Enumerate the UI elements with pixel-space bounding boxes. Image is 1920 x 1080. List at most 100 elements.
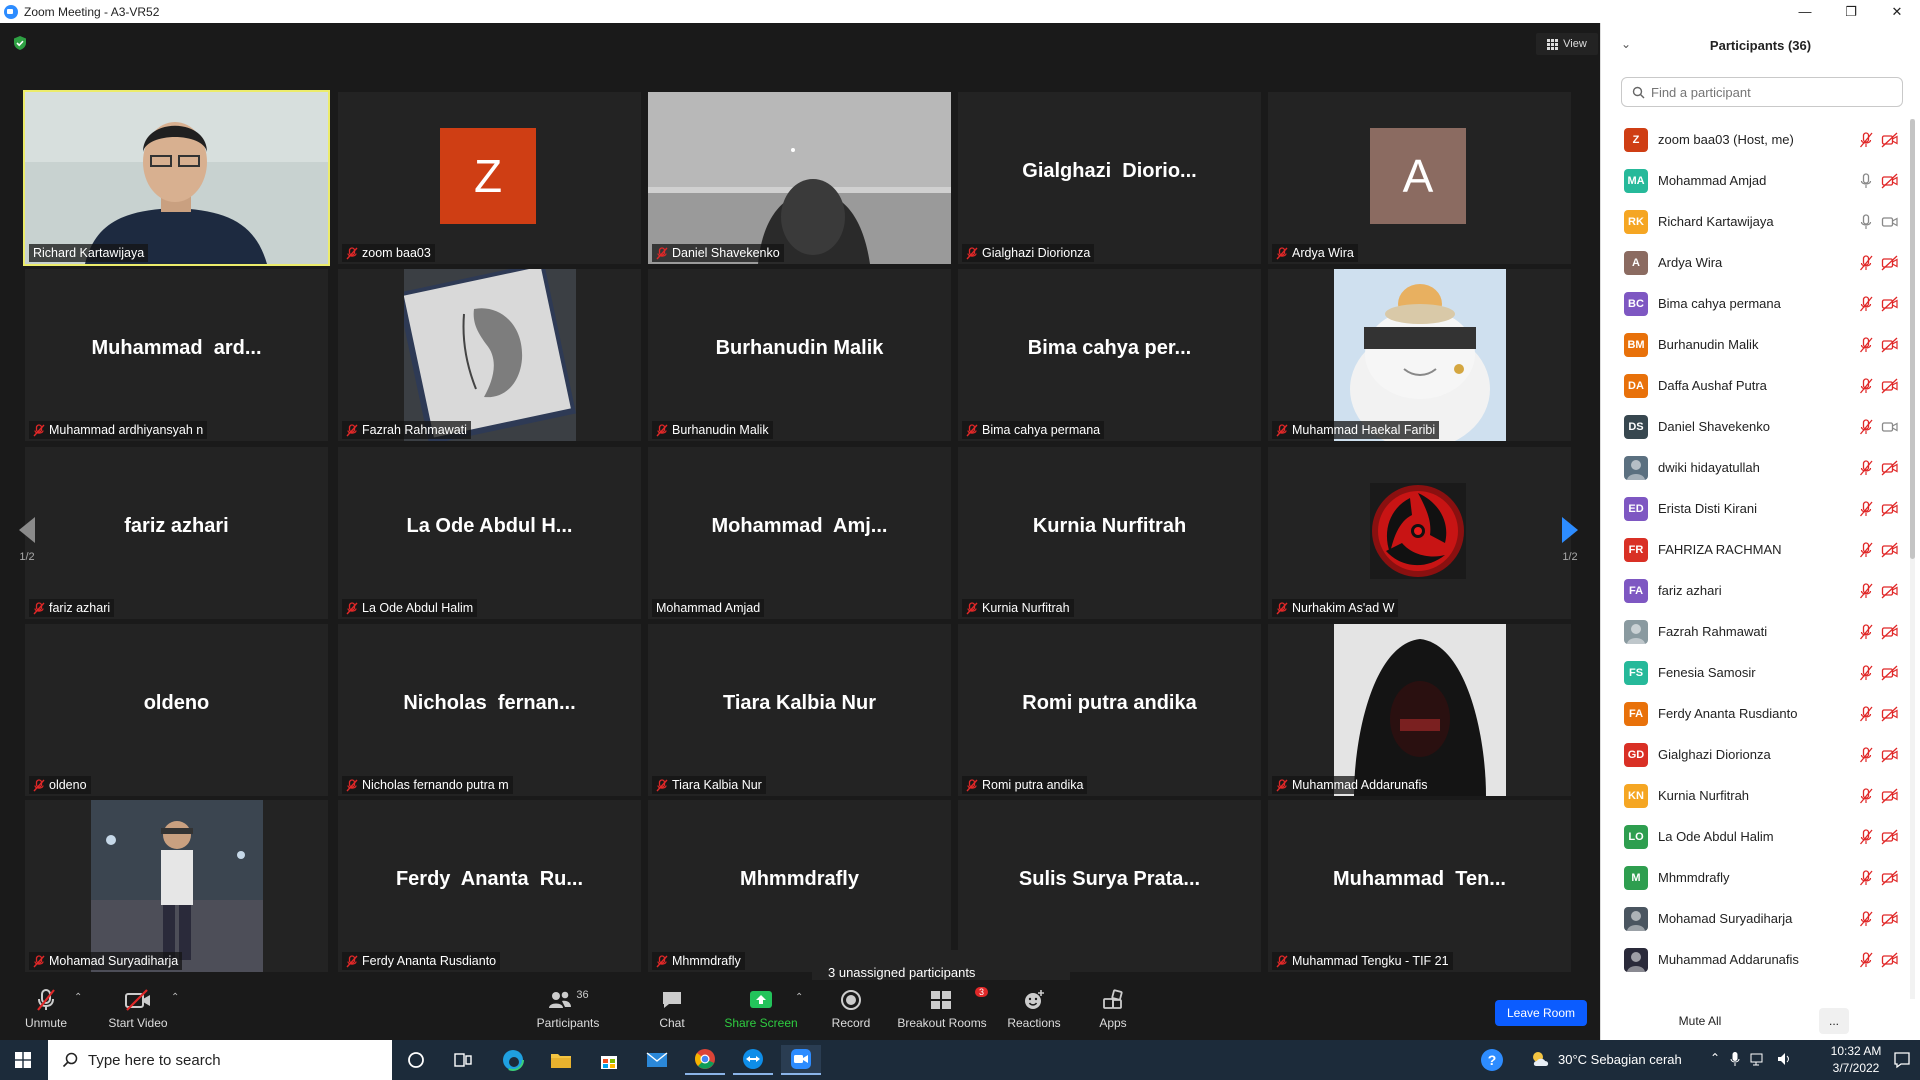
participant-list-item[interactable]: FS Fenesia Samosir bbox=[1601, 652, 1906, 693]
zoom-taskbar-icon[interactable] bbox=[781, 1045, 821, 1075]
share-screen-button[interactable]: Share Screen bbox=[724, 986, 798, 1036]
video-off-icon[interactable] bbox=[1881, 583, 1899, 599]
participant-search-box[interactable] bbox=[1621, 77, 1903, 107]
taskbar-search-box[interactable]: Type here to search bbox=[48, 1040, 392, 1080]
video-off-icon[interactable] bbox=[1881, 706, 1899, 722]
mic-muted-icon[interactable] bbox=[1859, 377, 1873, 394]
video-off-icon[interactable] bbox=[1881, 952, 1899, 968]
speaker-tray-icon[interactable] bbox=[1776, 1051, 1792, 1067]
participant-list-item[interactable]: FA Ferdy Ananta Rusdianto bbox=[1601, 693, 1906, 734]
notification-button[interactable] bbox=[1893, 1051, 1911, 1074]
mic-muted-icon[interactable] bbox=[1859, 131, 1873, 148]
participant-list-item[interactable]: RK Richard Kartawijaya bbox=[1601, 201, 1906, 242]
cortana-button[interactable] bbox=[396, 1045, 436, 1075]
video-off-icon[interactable] bbox=[1881, 378, 1899, 394]
mic-muted-icon[interactable] bbox=[1859, 295, 1873, 312]
mic-muted-icon[interactable] bbox=[1859, 582, 1873, 599]
video-off-icon[interactable] bbox=[1881, 173, 1899, 189]
participant-video-tile[interactable]: Zzoom baa03 bbox=[338, 92, 641, 264]
participant-list-item[interactable]: GD Gialghazi Diorionza bbox=[1601, 734, 1906, 775]
participant-list-item[interactable]: BM Burhanudin Malik bbox=[1601, 324, 1906, 365]
participant-list-item[interactable]: Muhammad Addarunafis bbox=[1601, 939, 1906, 980]
participant-list-item[interactable]: LO La Ode Abdul Halim bbox=[1601, 816, 1906, 857]
teamviewer-taskbar-icon[interactable] bbox=[733, 1045, 773, 1075]
participants-button[interactable]: 36 Participants bbox=[535, 986, 601, 1036]
video-off-icon[interactable] bbox=[1881, 747, 1899, 763]
participant-video-tile[interactable]: Muhammad Haekal Faribi bbox=[1268, 269, 1571, 441]
participant-list-item[interactable]: Fazrah Rahmawati bbox=[1601, 611, 1906, 652]
more-options-button[interactable]: ... bbox=[1819, 1008, 1849, 1034]
mic-icon[interactable] bbox=[1859, 213, 1873, 230]
participant-list-item[interactable]: M Mhmmdrafly bbox=[1601, 857, 1906, 898]
video-off-icon[interactable] bbox=[1881, 624, 1899, 640]
video-off-icon[interactable] bbox=[1881, 337, 1899, 353]
mic-muted-icon[interactable] bbox=[1859, 746, 1873, 763]
participant-list-item[interactable]: KN Kurnia Nurfitrah bbox=[1601, 775, 1906, 816]
encryption-shield-icon[interactable] bbox=[12, 35, 28, 51]
participant-list-item[interactable]: A Ardya Wira bbox=[1601, 242, 1906, 283]
participant-video-tile[interactable]: Mohamad Suryadiharja bbox=[25, 800, 328, 972]
scrollbar-thumb[interactable] bbox=[1910, 119, 1915, 559]
mute-all-button[interactable]: Mute All bbox=[1661, 1008, 1739, 1034]
video-off-icon[interactable] bbox=[1881, 501, 1899, 517]
video-icon[interactable] bbox=[1881, 214, 1899, 230]
close-button[interactable]: ✕ bbox=[1874, 0, 1920, 23]
participant-video-tile[interactable]: A Ardya Wira bbox=[1268, 92, 1571, 264]
video-off-icon[interactable] bbox=[1881, 542, 1899, 558]
participant-list-item[interactable]: FR FAHRIZA RACHMAN bbox=[1601, 529, 1906, 570]
participants-scrollbar[interactable] bbox=[1910, 119, 1915, 999]
participant-video-tile[interactable]: fariz azhari fariz azhari bbox=[25, 447, 328, 619]
participant-video-tile[interactable]: Muhammad ard... Muhammad ardhiyansyah n bbox=[25, 269, 328, 441]
participant-list-item[interactable]: ED Erista Disti Kirani bbox=[1601, 488, 1906, 529]
apps-button[interactable]: Apps bbox=[1098, 986, 1128, 1036]
mic-muted-icon[interactable] bbox=[1859, 418, 1873, 435]
mic-muted-icon[interactable] bbox=[1859, 336, 1873, 353]
help-button[interactable]: ? bbox=[1480, 1048, 1504, 1077]
record-button[interactable]: Record bbox=[830, 986, 872, 1036]
mail-taskbar-icon[interactable] bbox=[637, 1045, 677, 1075]
video-off-icon[interactable] bbox=[1881, 132, 1899, 148]
tray-chevron-up-icon[interactable]: ⌃ bbox=[1710, 1051, 1720, 1067]
mic-muted-icon[interactable] bbox=[1859, 254, 1873, 271]
participant-video-tile[interactable]: oldeno oldeno bbox=[25, 624, 328, 796]
participant-video-tile[interactable]: Nurhakim As'ad W bbox=[1268, 447, 1571, 619]
mic-muted-icon[interactable] bbox=[1859, 459, 1873, 476]
taskbar-clock[interactable]: 10:32 AM 3/7/2022 bbox=[1826, 1043, 1886, 1077]
participant-video-tile[interactable]: Burhanudin Malik Burhanudin Malik bbox=[648, 269, 951, 441]
audio-options-caret-icon[interactable]: ⌃ bbox=[74, 992, 82, 1003]
video-off-icon[interactable] bbox=[1881, 665, 1899, 681]
participant-list-item[interactable]: MA Mohammad Amjad bbox=[1601, 160, 1906, 201]
task-view-button[interactable] bbox=[443, 1045, 483, 1075]
video-off-icon[interactable] bbox=[1881, 788, 1899, 804]
video-off-icon[interactable] bbox=[1881, 829, 1899, 845]
participant-video-tile[interactable]: Muhammad Addarunafis bbox=[1268, 624, 1571, 796]
participant-video-tile[interactable]: Daniel Shavekenko bbox=[648, 92, 951, 264]
next-page-button[interactable]: 1/2 bbox=[1553, 510, 1587, 570]
mic-muted-icon[interactable] bbox=[1859, 705, 1873, 722]
participant-list-item[interactable]: FA fariz azhari bbox=[1601, 570, 1906, 611]
start-video-button[interactable]: Start Video bbox=[105, 986, 171, 1036]
video-icon[interactable] bbox=[1881, 419, 1899, 435]
store-taskbar-icon[interactable] bbox=[589, 1045, 629, 1075]
mic-icon[interactable] bbox=[1859, 172, 1873, 189]
leave-room-button[interactable]: Leave Room bbox=[1495, 1000, 1587, 1026]
edge-taskbar-icon[interactable] bbox=[493, 1045, 533, 1075]
participant-video-tile[interactable]: Tiara Kalbia Nur Tiara Kalbia Nur bbox=[648, 624, 951, 796]
participant-list-item[interactable]: Mohamad Suryadiharja bbox=[1601, 898, 1906, 939]
participant-video-tile[interactable]: Nicholas fernan... Nicholas fernando putr… bbox=[338, 624, 641, 796]
participant-video-tile[interactable]: La Ode Abdul H... La Ode Abdul Halim bbox=[338, 447, 641, 619]
mic-muted-icon[interactable] bbox=[1859, 787, 1873, 804]
participant-video-tile[interactable]: Fazrah Rahmawati bbox=[338, 269, 641, 441]
mic-muted-icon[interactable] bbox=[1859, 951, 1873, 968]
participant-video-tile[interactable]: Ferdy Ananta Ru... Ferdy Ananta Rusdianto bbox=[338, 800, 641, 972]
participant-search-input[interactable] bbox=[1651, 84, 1881, 100]
video-off-icon[interactable] bbox=[1881, 911, 1899, 927]
participant-list-item[interactable]: BC Bima cahya permana bbox=[1601, 283, 1906, 324]
mic-muted-icon[interactable] bbox=[1859, 828, 1873, 845]
weather-widget[interactable]: 30°C Sebagian cerah bbox=[1530, 1050, 1682, 1068]
start-button[interactable] bbox=[0, 1040, 46, 1080]
reactions-button[interactable]: Reactions bbox=[1007, 986, 1061, 1036]
breakout-rooms-button[interactable]: 3 Breakout Rooms bbox=[897, 986, 989, 1036]
file-explorer-taskbar-icon[interactable] bbox=[541, 1045, 581, 1075]
participant-video-tile[interactable]: Mhmmdrafly Mhmmdrafly bbox=[648, 800, 951, 972]
